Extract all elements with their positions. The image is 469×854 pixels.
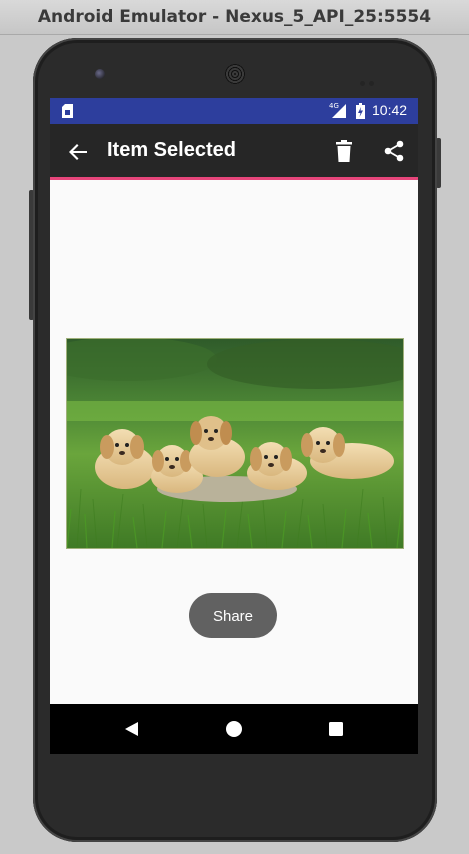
battery-charging-icon — [356, 103, 365, 119]
arrow-back-icon[interactable] — [64, 138, 92, 166]
navigation-bar — [50, 704, 418, 754]
device-screen: 4G 10:42 Item Selected Share — [50, 98, 418, 754]
app-toolbar: Item Selected — [50, 124, 418, 180]
share-button[interactable]: Share — [189, 593, 277, 638]
emulator-window-title: Android Emulator - Nexus_5_API_25:5554 — [0, 0, 469, 35]
square-recents-icon[interactable] — [328, 721, 344, 737]
circle-home-icon[interactable] — [225, 720, 243, 738]
share-icon[interactable] — [382, 139, 406, 163]
earpiece-speaker — [225, 64, 245, 84]
puppies-image — [66, 338, 404, 549]
triangle-back-icon[interactable] — [122, 720, 140, 738]
signal-icon — [332, 104, 346, 118]
proximity-sensor — [360, 71, 378, 86]
trash-icon[interactable] — [333, 139, 355, 163]
status-clock: 10:42 — [372, 102, 408, 118]
status-bar: 4G 10:42 — [50, 98, 418, 124]
toolbar-title: Item Selected — [107, 139, 236, 161]
front-camera — [95, 69, 105, 79]
sim-card-icon — [62, 104, 73, 118]
